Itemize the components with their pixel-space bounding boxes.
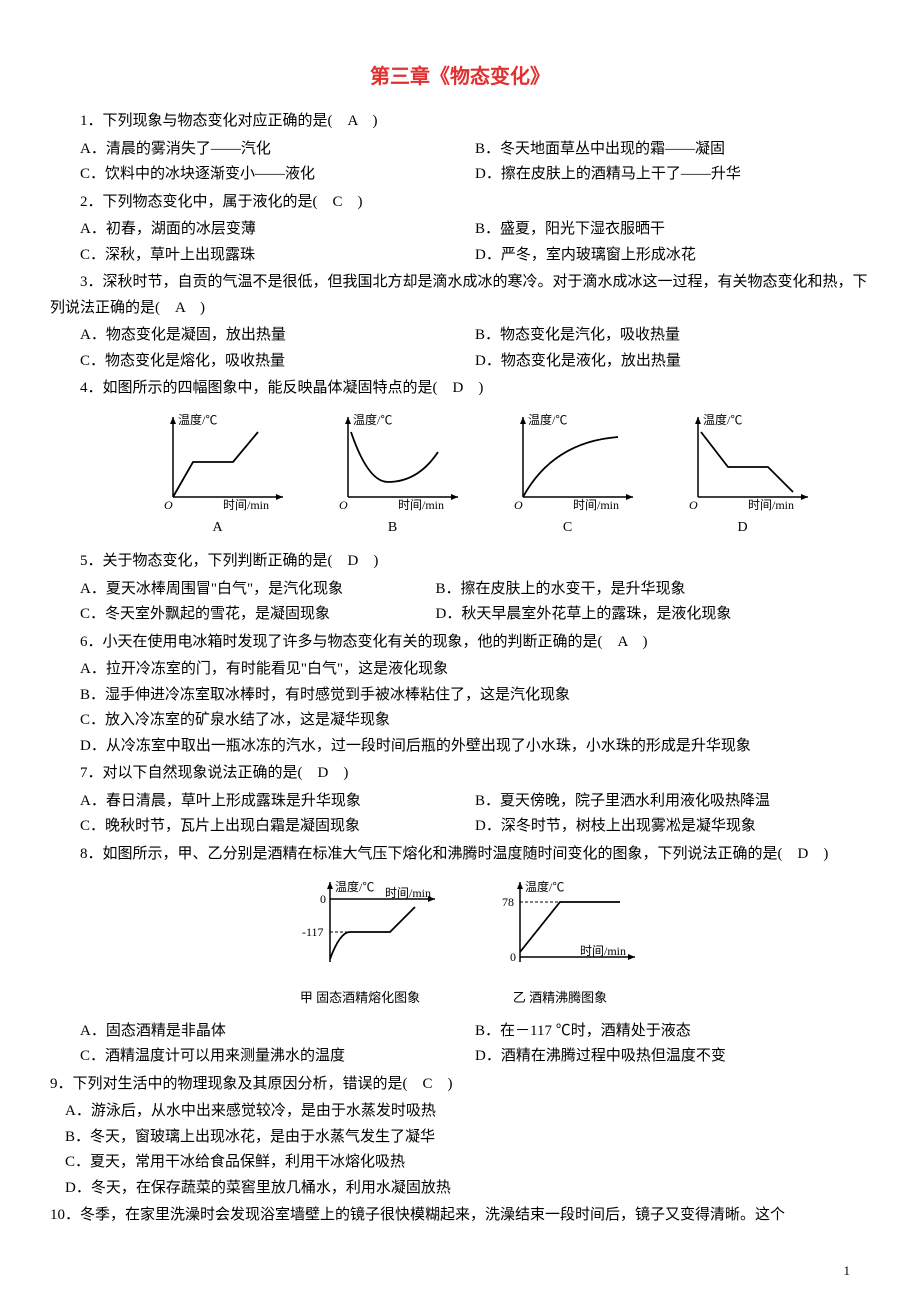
q8-stem: 8．如图所示，甲、乙分别是酒精在标准大气压下熔化和沸腾时温度随时间变化的图象，下… (50, 842, 870, 868)
q4-graph-A: 温度/℃ O 时间/min A (148, 412, 288, 540)
svg-text:0: 0 (510, 950, 516, 964)
q6-C: C．放入冷冻室的矿泉水结了冰，这是凝华现象 (80, 708, 870, 734)
svg-text:O: O (514, 498, 523, 512)
q8-caption-yi: 乙 酒精沸腾图象 (480, 987, 640, 1009)
q1-B: B．冬天地面草丛中出现的霜——凝固 (475, 137, 870, 163)
q9-C: C．夏天，常用干冰给食品保鲜，利用干冰熔化吸热 (65, 1150, 870, 1176)
svg-text:-117: -117 (302, 925, 324, 939)
q4-label-B: B (323, 516, 463, 540)
graph-D-svg: 温度/℃ O 时间/min (673, 412, 813, 512)
svg-text:温度/℃: 温度/℃ (525, 879, 564, 894)
q5-B: B．擦在皮肤上的水变干，是升华现象 (436, 577, 871, 603)
q7-C: C．晚秋时节，瓦片上出现白霜是凝固现象 (80, 814, 475, 840)
q3-A: A．物态变化是凝固，放出热量 (80, 323, 475, 349)
page-number: 1 (844, 1260, 851, 1282)
q2-D: D．严冬，室内玻璃窗上形成冰花 (475, 243, 870, 269)
q8-graph-jia: 温度/℃ 0 -117 时间/min 甲 固态酒精熔化图象 (280, 877, 440, 1009)
q6-B: B．湿手伸进冷冻室取冰棒时，有时感觉到手被冰棒粘住了，这是汽化现象 (80, 683, 870, 709)
q2-C: C．深秋，草叶上出现露珠 (80, 243, 475, 269)
graph-C-svg: 温度/℃ O 时间/min (498, 412, 638, 512)
q4-graph-C: 温度/℃ O 时间/min C (498, 412, 638, 540)
q1-C: C．饮料中的冰块逐渐变小——液化 (80, 162, 475, 188)
q1-options: A．清晨的雾消失了——汽化 B．冬天地面草丛中出现的霜——凝固 C．饮料中的冰块… (80, 137, 870, 188)
svg-text:时间/min: 时间/min (748, 498, 794, 512)
graph-A-svg: 温度/℃ O 时间/min (148, 412, 288, 512)
q9-options: A．游泳后，从水中出来感觉较冷，是由于水蒸发时吸热 B．冬天，窗玻璃上出现冰花，… (65, 1099, 870, 1201)
q8-C: C．酒精温度计可以用来测量沸水的温度 (80, 1044, 475, 1070)
q1-stem: 1．下列现象与物态变化对应正确的是( A ) (50, 109, 870, 135)
svg-text:温度/℃: 温度/℃ (528, 412, 567, 427)
svg-text:O: O (164, 498, 173, 512)
q5-C: C．冬天室外飘起的雪花，是凝固现象 (80, 602, 436, 628)
q2-A: A．初春，湖面的冰层变薄 (80, 217, 475, 243)
q8-A: A．固态酒精是非晶体 (80, 1019, 475, 1045)
q5-options: A．夏天冰棒周围冒"白气"，是汽化现象 B．擦在皮肤上的水变干，是升华现象 C．… (80, 577, 870, 628)
q7-A: A．春日清晨，草叶上形成露珠是升华现象 (80, 789, 475, 815)
q8-D: D．酒精在沸腾过程中吸热但温度不变 (475, 1044, 870, 1070)
q9-A: A．游泳后，从水中出来感觉较冷，是由于水蒸发时吸热 (65, 1099, 870, 1125)
q9-B: B．冬天，窗玻璃上出现冰花，是由于水蒸气发生了凝华 (65, 1125, 870, 1151)
q8-caption-jia: 甲 固态酒精熔化图象 (280, 987, 440, 1009)
svg-text:0: 0 (320, 892, 326, 906)
q6-D: D．从冷冻室中取出一瓶冰冻的汽水，过一段时间后瓶的外壁出现了小水珠，小水珠的形成… (80, 734, 870, 760)
graph-jia-svg: 温度/℃ 0 -117 时间/min (280, 877, 440, 977)
q7-D: D．深冬时节，树枝上出现雾凇是凝华现象 (475, 814, 870, 840)
svg-text:时间/min: 时间/min (398, 498, 444, 512)
q5-D: D．秋天早晨室外花草上的露珠，是液化现象 (436, 602, 871, 628)
q3-D: D．物态变化是液化，放出热量 (475, 349, 870, 375)
svg-text:O: O (689, 498, 698, 512)
q4-stem: 4．如图所示的四幅图象中，能反映晶体凝固特点的是( D ) (50, 376, 870, 402)
graph-yi-svg: 温度/℃ 78 0 时间/min (480, 877, 640, 977)
q3-options: A．物态变化是凝固，放出热量 B．物态变化是汽化，吸收热量 C．物态变化是熔化，… (80, 323, 870, 374)
q3-C: C．物态变化是熔化，吸收热量 (80, 349, 475, 375)
q4-label-C: C (498, 516, 638, 540)
svg-text:时间/min: 时间/min (223, 498, 269, 512)
q7-options: A．春日清晨，草叶上形成露珠是升华现象 B．夏天傍晚，院子里洒水利用液化吸热降温… (80, 789, 870, 840)
svg-text:时间/min: 时间/min (580, 944, 626, 958)
svg-text:温度/℃: 温度/℃ (353, 412, 392, 427)
q10-stem: 10．冬季，在家里洗澡时会发现浴室墙壁上的镜子很快模糊起来，洗澡结束一段时间后，… (50, 1203, 870, 1229)
q7-stem: 7．对以下自然现象说法正确的是( D ) (50, 761, 870, 787)
q9-D: D．冬天，在保存蔬菜的菜窖里放几桶水，利用水凝固放热 (65, 1176, 870, 1202)
q3-stem: 3．深秋时节，自贡的气温不是很低，但我国北方却是滴水成冰的寒冷。对于滴水成冰这一… (50, 270, 870, 321)
svg-text:时间/min: 时间/min (573, 498, 619, 512)
svg-text:温度/℃: 温度/℃ (178, 412, 217, 427)
q7-B: B．夏天傍晚，院子里洒水利用液化吸热降温 (475, 789, 870, 815)
svg-text:O: O (339, 498, 348, 512)
q1-D: D．擦在皮肤上的酒精马上干了——升华 (475, 162, 870, 188)
q4-graph-D: 温度/℃ O 时间/min D (673, 412, 813, 540)
q4-graph-B: 温度/℃ O 时间/min B (323, 412, 463, 540)
q8-B: B．在－117 ℃时，酒精处于液态 (475, 1019, 870, 1045)
q8-graph-yi: 温度/℃ 78 0 时间/min 乙 酒精沸腾图象 (480, 877, 640, 1009)
q4-label-A: A (148, 516, 288, 540)
q6-A: A．拉开冷冻室的门，有时能看见"白气"，这是液化现象 (80, 657, 870, 683)
q4-label-D: D (673, 516, 813, 540)
svg-text:时间/min: 时间/min (385, 886, 431, 900)
q1-A: A．清晨的雾消失了——汽化 (80, 137, 475, 163)
q2-stem: 2．下列物态变化中，属于液化的是( C ) (50, 190, 870, 216)
q2-options: A．初春，湖面的冰层变薄 B．盛夏，阳光下湿衣服晒干 C．深秋，草叶上出现露珠 … (80, 217, 870, 268)
chapter-title: 第三章《物态变化》 (50, 60, 870, 94)
svg-text:温度/℃: 温度/℃ (335, 879, 374, 894)
q6-stem: 6．小天在使用电冰箱时发现了许多与物态变化有关的现象，他的判断正确的是( A ) (50, 630, 870, 656)
q3-B: B．物态变化是汽化，吸收热量 (475, 323, 870, 349)
q8-options: A．固态酒精是非晶体 B．在－117 ℃时，酒精处于液态 C．酒精温度计可以用来… (80, 1019, 870, 1070)
q5-stem: 5．关于物态变化，下列判断正确的是( D ) (50, 549, 870, 575)
q6-options: A．拉开冷冻室的门，有时能看见"白气"，这是液化现象 B．湿手伸进冷冻室取冰棒时… (80, 657, 870, 759)
graph-B-svg: 温度/℃ O 时间/min (323, 412, 463, 512)
svg-text:温度/℃: 温度/℃ (703, 412, 742, 427)
q4-graphs: 温度/℃ O 时间/min A 温度/℃ O 时间/min B 温度/℃ O (130, 412, 830, 540)
q9-stem: 9．下列对生活中的物理现象及其原因分析，错误的是( C ) (50, 1072, 870, 1098)
svg-text:78: 78 (502, 895, 514, 909)
q8-graphs: 温度/℃ 0 -117 时间/min 甲 固态酒精熔化图象 温度/℃ 78 0 … (50, 877, 870, 1009)
q2-B: B．盛夏，阳光下湿衣服晒干 (475, 217, 870, 243)
q5-A: A．夏天冰棒周围冒"白气"，是汽化现象 (80, 577, 436, 603)
